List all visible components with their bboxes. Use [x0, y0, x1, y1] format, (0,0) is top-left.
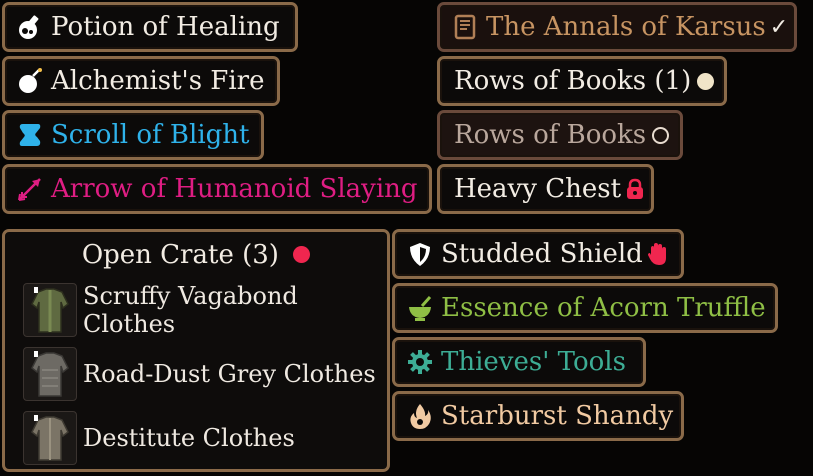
open-crate-panel: Open Crate (3) Scruffy Vagabond Clothes … [2, 229, 390, 472]
crate-item-road-dust-grey-clothes[interactable]: Road-Dust Grey Clothes [23, 346, 376, 402]
label-starburst-shandy[interactable]: Starburst Shandy [392, 391, 684, 441]
label-text: Arrow of Humanoid Slaying [51, 174, 418, 204]
label-text: Scroll of Blight [51, 120, 250, 150]
label-heavy-chest[interactable]: Heavy Chest [437, 164, 654, 214]
label-potion-of-healing[interactable]: Potion of Healing [2, 2, 298, 52]
lock-icon [625, 178, 645, 200]
clothes-icon [23, 347, 77, 401]
crate-item-label: Destitute Clothes [83, 424, 295, 452]
crate-item-label: Road-Dust Grey Clothes [83, 360, 376, 388]
label-text: Starburst Shandy [441, 401, 674, 431]
label-studded-shield[interactable]: Studded Shield [392, 229, 684, 279]
label-alchemists-fire[interactable]: Alchemist's Fire [2, 56, 280, 106]
label-rows-of-books-1[interactable]: Rows of Books (1) [437, 56, 727, 106]
label-text: The Annals of Karsus [486, 12, 766, 42]
label-thieves-tools[interactable]: Thieves' Tools [392, 337, 646, 387]
label-rows-of-books[interactable]: Rows of Books [437, 110, 683, 160]
label-annals-of-karsus[interactable]: The Annals of Karsus ✓ [437, 2, 797, 52]
clothes-icon [23, 283, 77, 337]
filled-circle-icon [697, 72, 715, 90]
clothes-icon [23, 411, 77, 465]
crate-item-destitute-clothes[interactable]: Destitute Clothes [23, 410, 295, 466]
gear-icon [405, 347, 435, 377]
label-scroll-of-blight[interactable]: Scroll of Blight [2, 110, 264, 160]
label-text: Potion of Healing [51, 12, 280, 42]
book-icon [450, 12, 480, 42]
scroll-icon [15, 120, 45, 150]
crate-item-label: Scruffy Vagabond Clothes [83, 282, 298, 338]
hand-icon [647, 242, 669, 266]
crate-item-scruffy-vagabond-clothes[interactable]: Scruffy Vagabond Clothes [23, 282, 387, 338]
arrow-icon [15, 174, 45, 204]
mortar-icon [405, 293, 435, 323]
label-text: Essence of Acorn Truffle [441, 293, 766, 323]
label-arrow-of-humanoid-slaying[interactable]: Arrow of Humanoid Slaying [2, 164, 432, 214]
label-essence-of-acorn-truffle[interactable]: Essence of Acorn Truffle [392, 283, 778, 333]
open-crate-title[interactable]: Open Crate (3) [5, 240, 387, 270]
crate-title-text: Open Crate (3) [81, 240, 279, 270]
label-text: Rows of Books (1) [454, 66, 692, 96]
label-text: Heavy Chest [454, 174, 622, 204]
label-text: Studded Shield [441, 239, 643, 269]
label-text: Thieves' Tools [441, 347, 626, 377]
flame-icon [405, 401, 435, 431]
checkmark-icon: ✓ [769, 14, 789, 40]
potion-flask-icon [15, 12, 45, 42]
label-text: Alchemist's Fire [51, 66, 265, 96]
empty-circle-icon [652, 126, 670, 144]
red-indicator-icon [293, 246, 311, 263]
shield-icon [405, 239, 435, 269]
bomb-icon [15, 66, 45, 96]
label-text: Rows of Books [454, 120, 647, 150]
